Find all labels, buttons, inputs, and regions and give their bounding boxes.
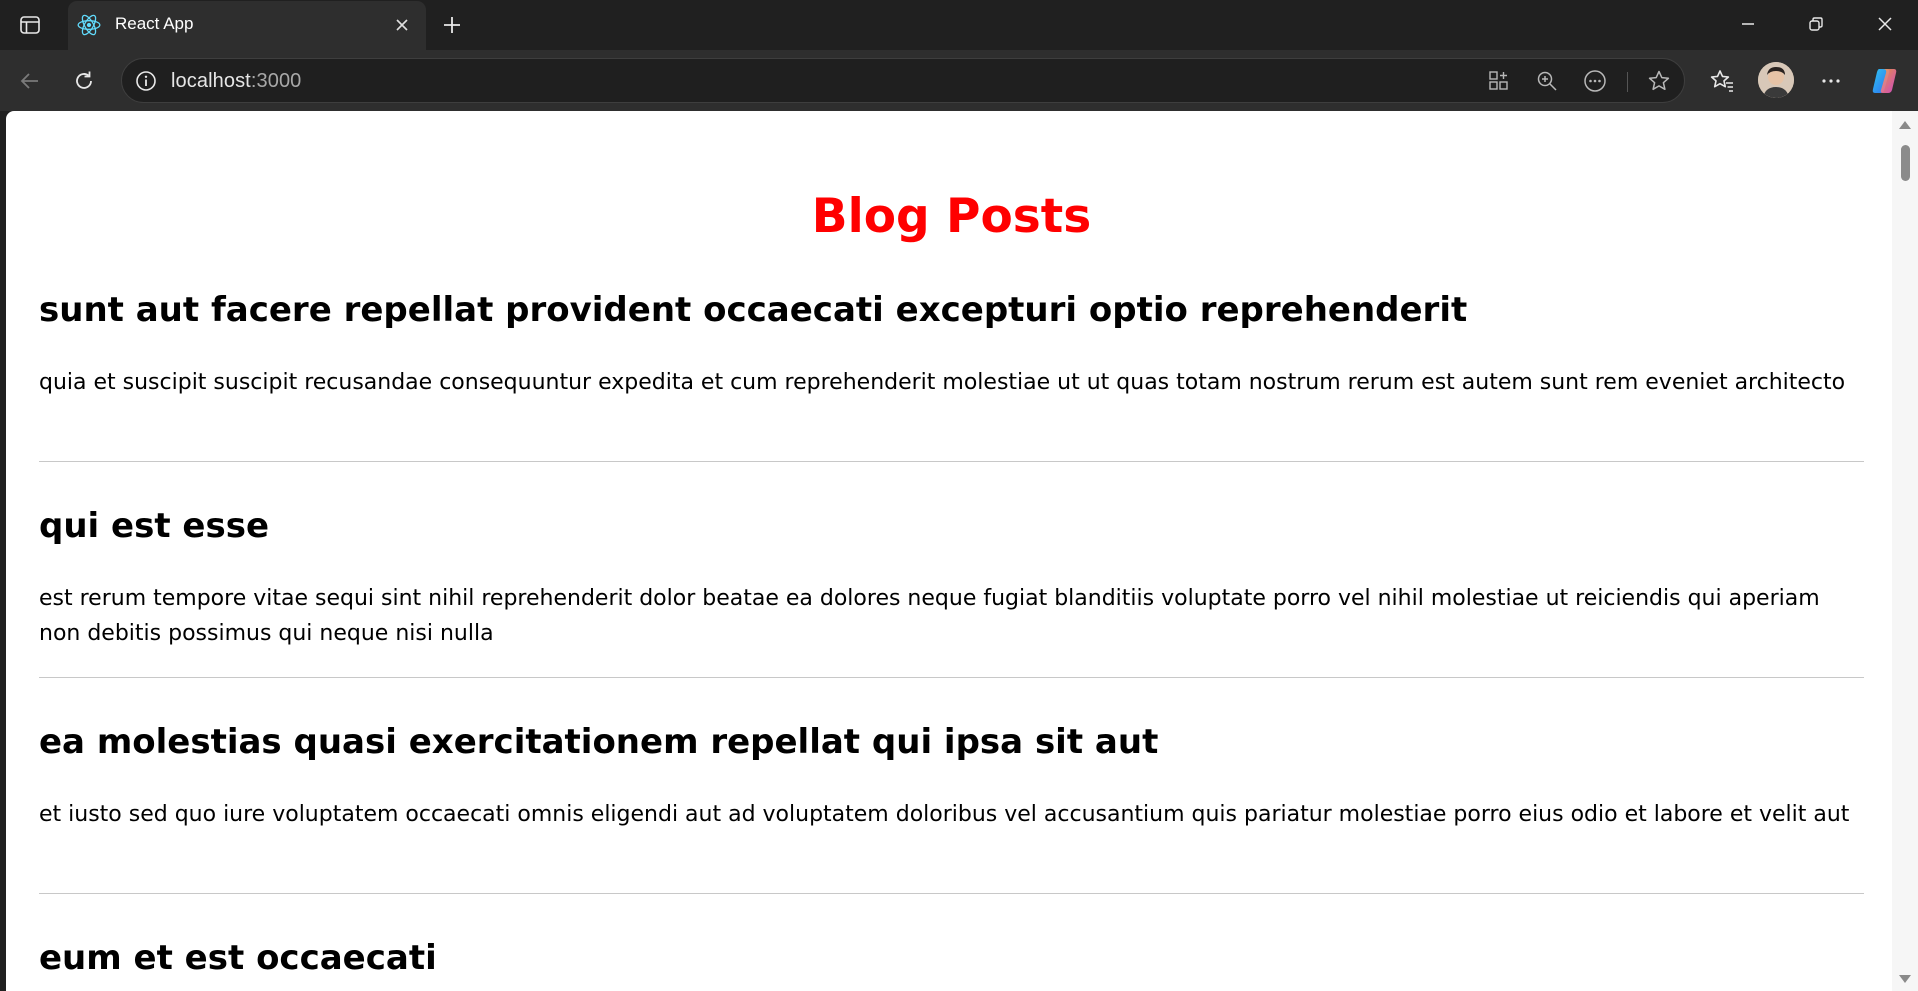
more-tools-button[interactable]	[1580, 66, 1610, 96]
close-icon	[1878, 17, 1892, 31]
scroll-down-arrow-icon[interactable]	[1899, 975, 1911, 983]
restore-button[interactable]	[1788, 6, 1844, 42]
zoom-button[interactable]	[1532, 66, 1562, 96]
favorites-icon	[1710, 70, 1733, 92]
post-body: et iusto sed quo iure voluptatem occaeca…	[39, 802, 1850, 827]
app-available-button[interactable]	[1484, 66, 1514, 96]
post-title: sunt aut facere repellat provident occae…	[39, 290, 1468, 330]
more-icon	[1822, 79, 1840, 83]
post-body: quia et suscipit suscipit recusandae con…	[39, 370, 1846, 395]
address-bar[interactable]: localhost:3000	[121, 58, 1685, 103]
post-divider	[39, 677, 1864, 678]
minimize-button[interactable]	[1720, 6, 1776, 42]
browser-toolbar: localhost:3000	[0, 50, 1918, 111]
close-icon	[396, 19, 408, 31]
copilot-icon	[1872, 69, 1897, 93]
url-host: localhost	[171, 70, 251, 92]
site-info-button[interactable]	[131, 66, 161, 96]
post-divider	[39, 893, 1864, 894]
star-icon	[1648, 70, 1670, 91]
tab-title: React App	[115, 14, 194, 33]
tab-strip: React App	[0, 0, 1918, 51]
post-divider	[39, 461, 1864, 462]
settings-more-button[interactable]	[1813, 63, 1849, 99]
favorite-button[interactable]	[1644, 66, 1674, 96]
post-title: eum et est occaecati	[39, 938, 437, 978]
restore-icon	[1809, 17, 1823, 31]
post-title: qui est esse	[39, 506, 270, 546]
info-icon	[136, 71, 156, 91]
avatar[interactable]	[1758, 62, 1794, 98]
scrollbar-thumb[interactable]	[1901, 145, 1910, 181]
page-scrollbar[interactable]	[1892, 111, 1918, 991]
browser-tab[interactable]: React App	[68, 1, 426, 51]
tab-actions-icon	[20, 16, 40, 34]
close-window-button[interactable]	[1857, 6, 1913, 42]
address-bar-separator	[1627, 72, 1628, 92]
minimize-icon	[1742, 23, 1754, 25]
new-tab-button[interactable]	[436, 10, 468, 40]
tab-close-button[interactable]	[390, 13, 414, 37]
url-text: localhost:3000	[171, 70, 301, 93]
post-title: ea molestias quasi exercitationem repell…	[39, 722, 1159, 762]
react-logo-icon	[77, 14, 101, 36]
favorites-button[interactable]	[1704, 63, 1740, 99]
copilot-button[interactable]	[1867, 63, 1903, 99]
refresh-button[interactable]	[66, 63, 102, 99]
back-button[interactable]	[12, 63, 48, 99]
plus-icon	[444, 17, 460, 33]
scroll-up-arrow-icon[interactable]	[1899, 121, 1911, 129]
url-port: :3000	[250, 70, 302, 92]
app-available-icon	[1489, 71, 1508, 90]
back-arrow-icon	[20, 73, 38, 89]
more-tools-icon	[1584, 70, 1606, 92]
profile-picture	[1758, 62, 1794, 98]
tab-actions-button[interactable]	[12, 10, 48, 40]
refresh-icon	[76, 71, 92, 89]
page-title: Blog Posts	[811, 189, 1092, 244]
post-body: est rerum tempore vitae sequi sint nihil…	[39, 586, 1820, 646]
zoom-icon	[1537, 71, 1557, 91]
page-viewport: Blog Posts sunt aut facere repellat prov…	[6, 111, 1892, 991]
